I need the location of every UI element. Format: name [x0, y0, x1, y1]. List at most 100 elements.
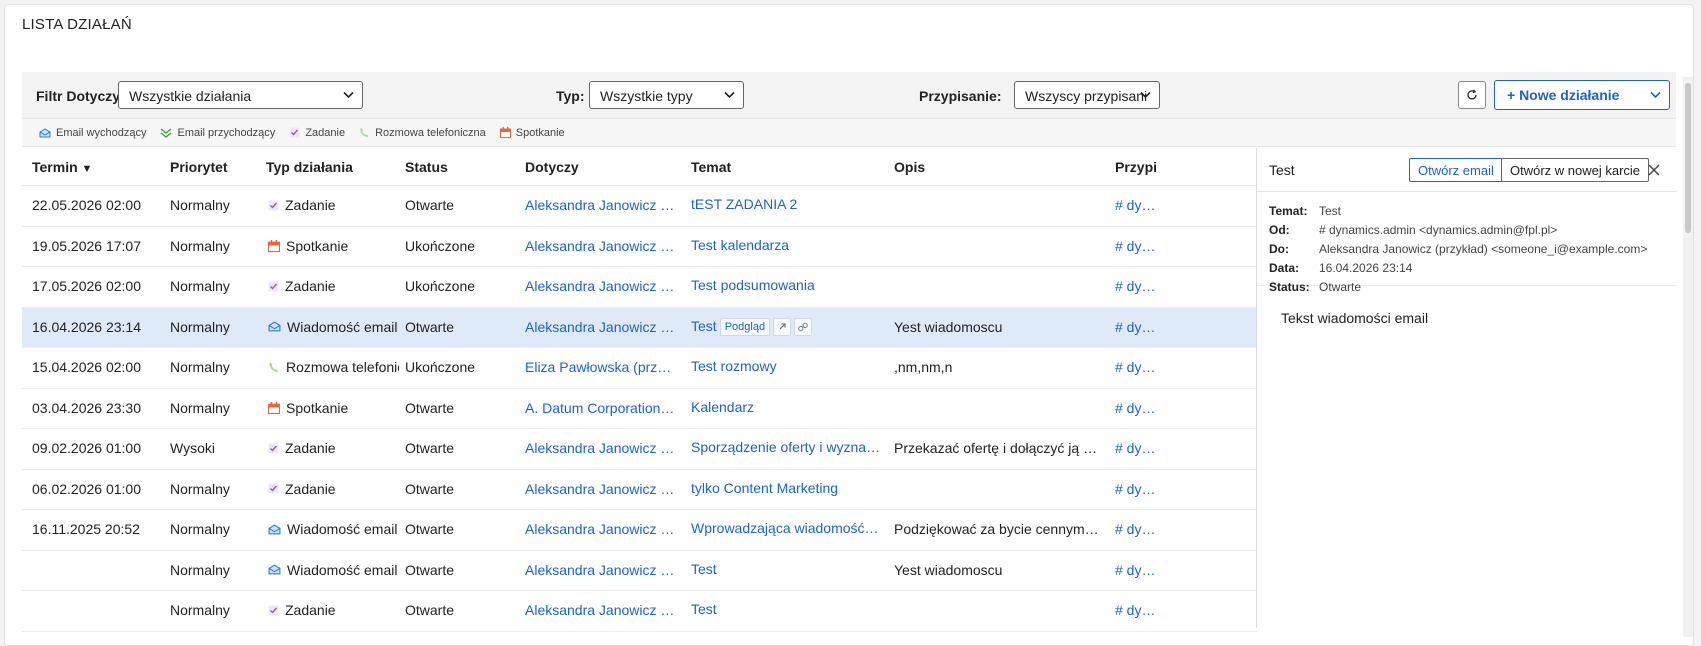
subject-link[interactable]: Test kalendarza	[691, 237, 789, 253]
legend-label: Rozmowa telefoniczna	[375, 126, 486, 139]
cell-przypis[interactable]: # dynam	[1115, 238, 1157, 254]
table-row[interactable]: Normalny Zadanie Otwarte Aleksandra Janowic…	[22, 591, 1257, 632]
type-label: Spotkanie	[286, 399, 349, 416]
cell-przypis[interactable]: # dynam	[1115, 562, 1157, 578]
cell-temat: Test kalendarza	[691, 237, 881, 253]
cell-typ: Zadanie	[268, 440, 399, 456]
column-header-przypis[interactable]: Przypis	[1115, 159, 1157, 175]
subject-link[interactable]: Wprowadzająca wiadomość e-...	[691, 520, 881, 536]
subject-link[interactable]: tEST ZADANIA 2	[691, 196, 797, 212]
type-filter-select[interactable]: Wszystkie typy	[589, 81, 744, 109]
cell-status: Ukończone	[405, 237, 476, 254]
subject-link[interactable]: tylko Content Marketing	[691, 480, 838, 496]
column-header-termin[interactable]: Termin ▼	[32, 159, 92, 175]
subject-link[interactable]: Kalendarz	[691, 399, 754, 415]
cell-przypis[interactable]: # dynam	[1115, 400, 1157, 416]
cell-priorytet: Normalny	[170, 278, 230, 294]
cell-opis: Yest wiadomoscu	[894, 318, 1003, 335]
cell-priorytet: Normalny	[170, 399, 230, 416]
table-row[interactable]: 06.02.2026 01:00 Normalny Zadanie Otwarte Al…	[22, 470, 1257, 510]
cell-dotyczy[interactable]: Aleksandra Janowicz (pr...	[525, 278, 675, 294]
meeting-icon	[268, 401, 280, 414]
subject-link[interactable]: Test podsumowania	[691, 277, 815, 293]
cell-przypis[interactable]: # dynam	[1115, 521, 1157, 537]
meta-value: Test	[1319, 204, 1342, 218]
chevron-down-icon	[1650, 91, 1661, 99]
chevron-down-icon	[343, 91, 354, 99]
cell-priorytet: Normalny	[170, 197, 230, 213]
subject-link[interactable]: Sporządzenie oferty i wyznacz...	[691, 439, 881, 455]
legend-incoming-email: Email przychodzący	[160, 127, 275, 139]
cell-dotyczy[interactable]: Aleksandra Janowicz (pr...	[525, 238, 675, 254]
refresh-button[interactable]	[1458, 81, 1486, 109]
cell-przypis[interactable]: # dynam	[1115, 602, 1157, 618]
table-row[interactable]: 16.11.2025 20:52 Normalny Wiadomość email O…	[22, 510, 1257, 551]
meta-key: Do:	[1269, 242, 1289, 256]
preview-button[interactable]: Podgląd	[719, 317, 771, 336]
cell-dotyczy[interactable]: Aleksandra Janowicz (pr...	[525, 562, 675, 578]
table-row[interactable]: 09.02.2026 01:00 Wysoki Zadanie Otwarte Alek…	[22, 429, 1257, 470]
cell-dotyczy[interactable]: Aleksandra Janowicz (pr...	[525, 602, 675, 618]
preview-title: Test	[1269, 162, 1295, 178]
cell-dotyczy[interactable]: Aleksandra Janowicz (pr...	[525, 440, 675, 456]
cell-przypis[interactable]: # dynam	[1115, 278, 1157, 294]
cell-dotyczy[interactable]: Aleksandra Janowicz (pr...	[525, 521, 675, 537]
phone-icon	[269, 362, 279, 372]
column-header-temat[interactable]: Temat	[691, 159, 731, 175]
table-row[interactable]: 16.04.2026 23:14 Normalny Wiadomość email O…	[22, 307, 1257, 348]
cell-status: Otwarte	[405, 521, 455, 537]
subject-link[interactable]: Test	[691, 318, 717, 334]
cell-przypis[interactable]: # dynam	[1115, 440, 1157, 456]
activity-list-card: LISTA DZIAŁAŃ Filtr Dotyczy: Wszystkie d…	[4, 4, 1694, 646]
column-header-priorytet[interactable]: Priorytet	[170, 159, 228, 175]
close-icon[interactable]	[1646, 162, 1662, 178]
task-icon	[268, 200, 279, 210]
table-row[interactable]: 22.05.2026 02:00 Normalny Zadanie Otwarte Al…	[22, 186, 1257, 227]
table-row[interactable]: 03.04.2026 23:30 Normalny Spotkanie Otwarte…	[22, 389, 1257, 429]
cell-przypis[interactable]: # dynam	[1115, 481, 1157, 497]
column-header-status[interactable]: Status	[405, 159, 448, 175]
column-header-dotyczy[interactable]: Dotyczy	[525, 159, 579, 175]
type-label: Spotkanie	[286, 237, 349, 254]
legend-phone: Rozmowa telefoniczna	[359, 127, 486, 139]
subject-link[interactable]: Test	[691, 561, 717, 577]
assigned-filter-select[interactable]: Wszyscy przypisani	[1014, 81, 1160, 109]
scrollbar-thumb[interactable]	[1685, 83, 1691, 233]
table-row[interactable]: Normalny Wiadomość email Otwarte Aleksandra…	[22, 551, 1257, 591]
new-activity-button[interactable]: + Nowe działanie	[1494, 80, 1670, 110]
open-new-tab-button[interactable]: Otwórz w nowej karcie	[1501, 158, 1650, 182]
column-header-opis[interactable]: Opis	[894, 159, 925, 175]
cell-przypis[interactable]: # dynam	[1115, 359, 1157, 375]
open-email-button[interactable]: Otwórz email	[1409, 158, 1503, 182]
cell-dotyczy[interactable]: Eliza Pawłowska (przykł...	[525, 359, 675, 375]
cell-opis: ,nm,nm,n	[894, 359, 953, 375]
table-row[interactable]: 19.05.2026 17:07 Normalny Spotkanie Ukończo…	[22, 227, 1257, 267]
task-icon	[268, 483, 279, 494]
cell-termin: 06.02.2026 01:00	[32, 480, 141, 497]
cell-dotyczy[interactable]: Aleksandra Janowicz (pr...	[525, 197, 675, 213]
cell-typ: Spotkanie	[268, 238, 399, 254]
link-icon[interactable]	[794, 317, 813, 336]
activity-type-legend: Email wychodzący Email przychodzący Zada…	[22, 119, 1676, 147]
cell-temat: tylko Content Marketing	[691, 480, 881, 496]
table-row[interactable]: 17.05.2026 02:00 Normalny Zadanie Ukończone…	[22, 267, 1257, 308]
subject-link[interactable]: Test	[691, 601, 717, 617]
table-row[interactable]: 15.04.2026 02:00 Normalny Rozmowa telefoni…	[22, 348, 1257, 389]
cell-termin: 09.02.2026 01:00	[32, 440, 141, 456]
cell-przypis[interactable]: # dynam	[1115, 197, 1157, 213]
cell-dotyczy[interactable]: Aleksandra Janowicz (pr...	[525, 481, 675, 497]
open-external-icon[interactable]	[773, 317, 792, 336]
related-filter-select[interactable]: Wszystkie działania	[118, 81, 363, 109]
table-body: 22.05.2026 02:00 Normalny Zadanie Otwarte Al…	[22, 186, 1257, 632]
subject-link[interactable]: Test rozmowy	[691, 358, 777, 374]
cell-dotyczy[interactable]: A. Datum Corporation (...	[525, 400, 675, 416]
cell-dotyczy[interactable]: Aleksandra Janowicz (pr...	[525, 319, 675, 335]
column-header-typ[interactable]: Typ działania	[266, 159, 353, 175]
chevron-down-icon	[1140, 91, 1151, 99]
task-icon	[268, 605, 279, 615]
cell-przypis[interactable]: # dynam	[1115, 319, 1157, 335]
cell-typ: Zadanie	[268, 481, 399, 497]
filter-bar: Filtr Dotyczy: Wszystkie działania Typ: …	[22, 72, 1676, 119]
vertical-scrollbar[interactable]	[1683, 77, 1693, 637]
cell-status: Ukończone	[405, 278, 476, 294]
